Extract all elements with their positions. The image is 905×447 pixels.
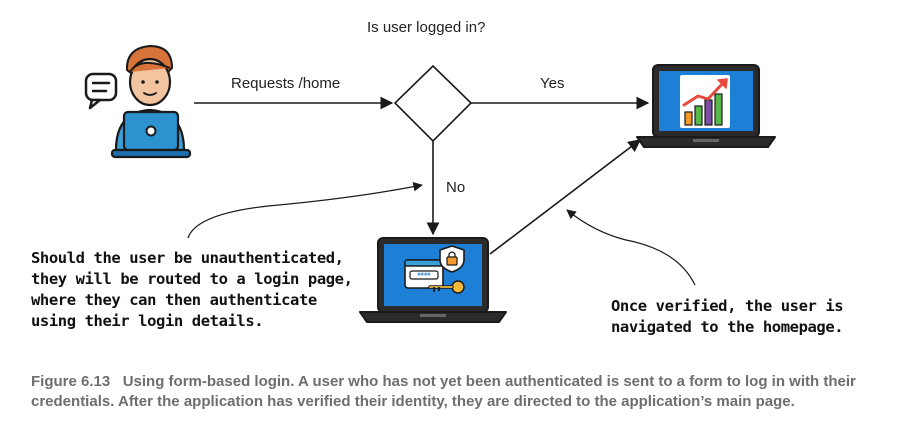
unauthenticated-note: Should the user be unauthenticated, they… [31,248,353,332]
homepage-laptop-icon [636,64,776,148]
figure-number: Figure 6.13 [31,373,111,390]
shield-lock-icon [439,245,465,273]
chat-bubble-icon [84,72,118,110]
note-line: navigated to the homepage. [611,318,844,336]
yes-label: Yes [540,75,565,92]
password-mask: **** [417,271,431,281]
note-line: where they can then authenticate [31,291,317,309]
note-pointer-right [566,209,696,286]
note-pointer-left [187,181,423,239]
request-label: Requests /home [231,75,341,92]
note-line: using their login details. [31,312,264,330]
note-line: they will be routed to a login page, [31,270,353,288]
decision-diamond [393,64,473,143]
login-form-icon: **** [404,259,444,289]
note-line: Once verified, the user is [611,297,844,315]
login-laptop-icon: **** [359,237,507,323]
growth-chart-icon [680,75,730,128]
figure-caption-text: Using form-based login. A user who has n… [31,373,856,410]
figure-caption: Figure 6.13 Using form-based login. A us… [31,372,881,412]
decision-label: Is user logged in? [367,19,486,36]
verified-note: Once verified, the user is navigated to … [611,296,844,338]
note-line: Should the user be unauthenticated, [31,249,344,267]
user-at-laptop-icon [84,44,192,159]
verified-arrow [489,139,642,255]
no-label: No [446,179,466,196]
